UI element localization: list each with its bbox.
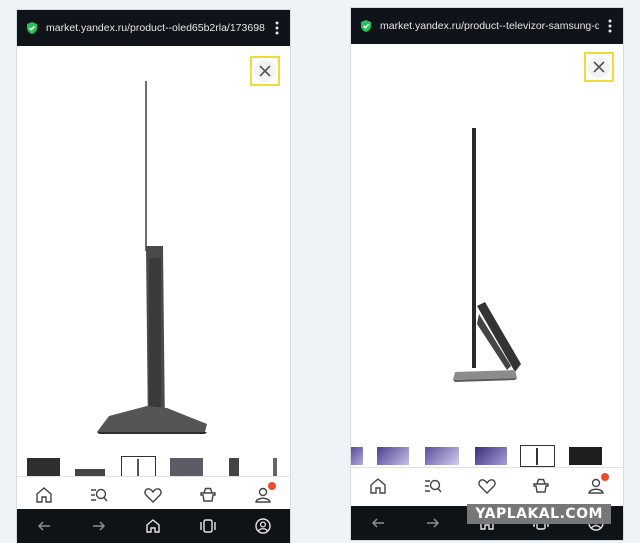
- secure-shield-icon: [27, 22, 37, 34]
- home-icon[interactable]: [144, 517, 162, 535]
- thumbnail-item[interactable]: [229, 458, 239, 476]
- url-text[interactable]: market.yandex.ru/product--oled65b2rla/17…: [46, 22, 266, 34]
- heart-icon[interactable]: [143, 485, 163, 505]
- forward-arrow-icon[interactable]: [424, 514, 442, 532]
- cart-icon[interactable]: [198, 485, 218, 505]
- back-arrow-icon[interactable]: [35, 517, 53, 535]
- thumbnail-item[interactable]: [75, 458, 105, 476]
- close-icon: [593, 61, 605, 73]
- close-button[interactable]: [250, 56, 280, 86]
- more-menu-icon[interactable]: [270, 20, 284, 36]
- back-arrow-icon[interactable]: [369, 514, 387, 532]
- tv-side-view-image: [453, 128, 521, 382]
- right-phone-screen: market.yandex.ru/product--televizor-sams…: [351, 8, 623, 540]
- browser-url-bar[interactable]: market.yandex.ru/product--oled65b2rla/17…: [17, 10, 290, 46]
- home-icon[interactable]: [368, 476, 388, 496]
- thumbnail-item[interactable]: [377, 447, 409, 465]
- system-navigation-bar: [17, 509, 290, 543]
- profile-button[interactable]: [586, 473, 609, 496]
- thumbnail-item-selected[interactable]: [121, 456, 156, 478]
- heart-icon[interactable]: [477, 476, 497, 496]
- thumbnail-item-selected[interactable]: [520, 445, 555, 467]
- product-image-viewer[interactable]: [351, 44, 623, 444]
- product-image-viewer[interactable]: [17, 46, 290, 456]
- account-icon[interactable]: [254, 517, 272, 535]
- forward-arrow-icon[interactable]: [90, 517, 108, 535]
- profile-button[interactable]: [253, 482, 276, 505]
- left-phone-screen: market.yandex.ru/product--oled65b2rla/17…: [17, 10, 290, 543]
- thumbnail-item[interactable]: [569, 447, 602, 465]
- more-menu-icon[interactable]: [603, 18, 617, 34]
- cart-icon[interactable]: [531, 476, 551, 496]
- close-icon: [259, 65, 271, 77]
- close-button[interactable]: [584, 52, 614, 82]
- notification-badge: [600, 473, 609, 481]
- thumbnail-item[interactable]: [425, 447, 459, 465]
- catalog-search-icon[interactable]: [89, 485, 109, 505]
- notification-badge: [267, 482, 276, 490]
- tv-side-view-image: [97, 81, 207, 434]
- browser-url-bar[interactable]: market.yandex.ru/product--televizor-sams…: [351, 8, 623, 44]
- thumbnail-strip[interactable]: [351, 445, 623, 467]
- watermark: YAPLAKAL.COM: [467, 504, 611, 524]
- url-text[interactable]: market.yandex.ru/product--televizor-sams…: [380, 20, 599, 32]
- thumbnail-item[interactable]: [351, 447, 363, 465]
- bottom-navigation: [351, 467, 623, 504]
- thumbnail-item[interactable]: [273, 458, 277, 476]
- thumbnail-item[interactable]: [170, 458, 203, 476]
- catalog-search-icon[interactable]: [423, 476, 443, 496]
- thumbnail-item[interactable]: [475, 447, 507, 465]
- thumbnail-strip[interactable]: [17, 456, 290, 478]
- home-icon[interactable]: [34, 485, 54, 505]
- secure-shield-icon: [361, 20, 371, 32]
- tabs-icon[interactable]: [199, 517, 217, 535]
- thumbnail-item[interactable]: [27, 458, 60, 476]
- bottom-navigation: [17, 476, 290, 513]
